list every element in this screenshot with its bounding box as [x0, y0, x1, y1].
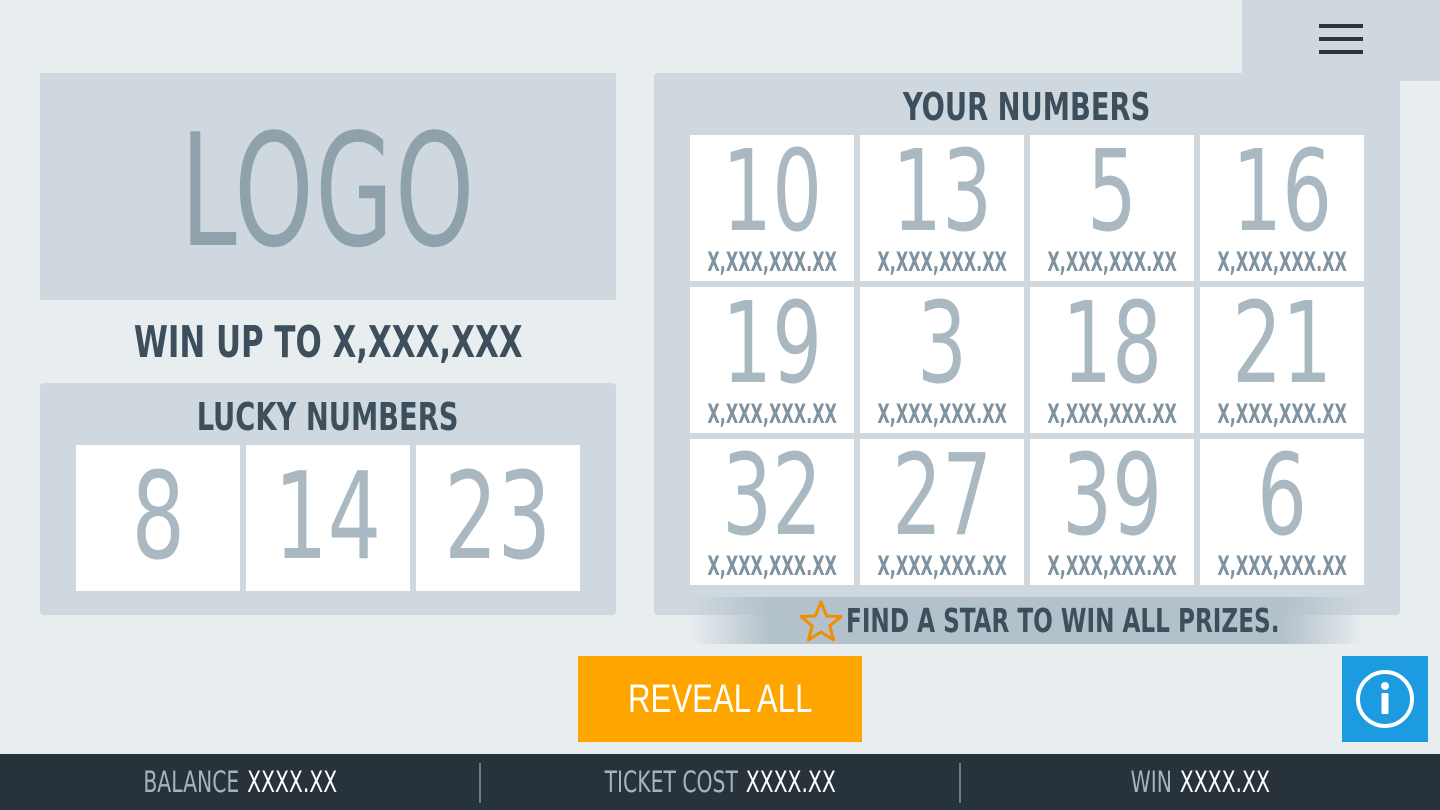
- prize-amount: X,XXX,XXX.XX: [1047, 398, 1177, 430]
- your-number: 27: [892, 431, 992, 561]
- prize-amount: X,XXX,XXX.XX: [1047, 550, 1177, 582]
- your-number: 13: [892, 127, 992, 257]
- info-button[interactable]: [1342, 656, 1428, 742]
- win-value: XXXX.XX: [1179, 765, 1270, 799]
- your-number-cell[interactable]: 32 X,XXX,XXX.XX: [690, 439, 854, 585]
- your-number-cell[interactable]: 27 X,XXX,XXX.XX: [860, 439, 1024, 585]
- lucky-number: 8: [131, 448, 185, 587]
- prize-amount: X,XXX,XXX.XX: [707, 246, 837, 278]
- your-number: 6: [1257, 431, 1307, 561]
- prize-amount: X,XXX,XXX.XX: [1217, 398, 1347, 430]
- ticket-cost-display: TICKET COST XXXX.XX: [480, 754, 960, 810]
- star-hint-text: FIND A STAR TO WIN ALL PRIZES.: [846, 601, 1280, 640]
- your-number: 19: [722, 279, 822, 409]
- prize-amount: X,XXX,XXX.XX: [707, 398, 837, 430]
- your-number-cell[interactable]: 5 X,XXX,XXX.XX: [1030, 135, 1194, 281]
- your-number-cell[interactable]: 10 X,XXX,XXX.XX: [690, 135, 854, 281]
- balance-label: BALANCE: [143, 765, 240, 799]
- your-number-cell[interactable]: 3 X,XXX,XXX.XX: [860, 287, 1024, 433]
- status-bar: BALANCE XXXX.XX TICKET COST XXXX.XX WIN XXX…: [0, 754, 1440, 810]
- lucky-numbers-panel: LUCKY NUMBERS 8 14 23: [40, 383, 616, 615]
- reveal-all-button[interactable]: REVEAL ALL: [578, 656, 862, 742]
- your-numbers-title: YOUR NUMBERS: [654, 85, 1400, 129]
- lucky-number: 14: [274, 448, 382, 587]
- balance-display: BALANCE XXXX.XX: [0, 754, 480, 810]
- your-numbers-panel: YOUR NUMBERS 10 X,XXX,XXX.XX 13 X,XXX,XX…: [654, 73, 1400, 615]
- your-number: 5: [1087, 127, 1137, 257]
- prize-amount: X,XXX,XXX.XX: [1217, 246, 1347, 278]
- your-number-cell[interactable]: 39 X,XXX,XXX.XX: [1030, 439, 1194, 585]
- your-number-cell[interactable]: 6 X,XXX,XXX.XX: [1200, 439, 1364, 585]
- info-icon: [1356, 670, 1414, 728]
- prize-amount: X,XXX,XXX.XX: [1217, 550, 1347, 582]
- lucky-number-cell[interactable]: 23: [416, 445, 580, 591]
- prize-amount: X,XXX,XXX.XX: [877, 398, 1007, 430]
- your-number: 21: [1232, 279, 1332, 409]
- your-number: 32: [722, 431, 822, 561]
- lucky-numbers-title: LUCKY NUMBERS: [40, 395, 616, 439]
- lucky-number-cell[interactable]: 14: [246, 445, 410, 591]
- lucky-numbers-title-text: LUCKY NUMBERS: [197, 395, 459, 439]
- win-label: WIN: [1130, 765, 1172, 799]
- your-number: 39: [1062, 431, 1162, 561]
- reveal-all-label: REVEAL ALL: [627, 676, 813, 721]
- your-number-cell[interactable]: 21 X,XXX,XXX.XX: [1200, 287, 1364, 433]
- ticket-cost-label: TICKET COST: [604, 765, 738, 799]
- win-up-to-text: WIN UP TO X,XXX,XXX: [133, 316, 523, 368]
- ticket-cost-value: XXXX.XX: [745, 765, 836, 799]
- your-number: 10: [722, 127, 822, 257]
- menu-button[interactable]: [1242, 0, 1440, 81]
- prize-amount: X,XXX,XXX.XX: [877, 246, 1007, 278]
- win-up-to-banner: WIN UP TO X,XXX,XXX: [40, 312, 616, 372]
- your-number: 18: [1062, 279, 1162, 409]
- win-display: WIN XXXX.XX: [960, 754, 1440, 810]
- prize-amount: X,XXX,XXX.XX: [707, 550, 837, 582]
- balance-value: XXXX.XX: [246, 765, 337, 799]
- your-number: 3: [917, 279, 967, 409]
- logo-text: LOGO: [180, 99, 476, 282]
- lucky-number: 23: [444, 448, 552, 587]
- star-icon: [799, 600, 843, 642]
- hamburger-menu-icon: [1319, 24, 1363, 63]
- game-logo: LOGO: [40, 73, 616, 300]
- your-numbers-title-text: YOUR NUMBERS: [903, 85, 1151, 129]
- star-hint-banner: FIND A STAR TO WIN ALL PRIZES.: [690, 597, 1364, 644]
- lucky-number-cell[interactable]: 8: [76, 445, 240, 591]
- your-number-cell[interactable]: 18 X,XXX,XXX.XX: [1030, 287, 1194, 433]
- star-hint-text-wrap: FIND A STAR TO WIN ALL PRIZES.: [846, 597, 1279, 644]
- your-number-cell[interactable]: 16 X,XXX,XXX.XX: [1200, 135, 1364, 281]
- your-number-cell[interactable]: 13 X,XXX,XXX.XX: [860, 135, 1024, 281]
- your-number: 16: [1232, 127, 1332, 257]
- prize-amount: X,XXX,XXX.XX: [877, 550, 1007, 582]
- your-number-cell[interactable]: 19 X,XXX,XXX.XX: [690, 287, 854, 433]
- prize-amount: X,XXX,XXX.XX: [1047, 246, 1177, 278]
